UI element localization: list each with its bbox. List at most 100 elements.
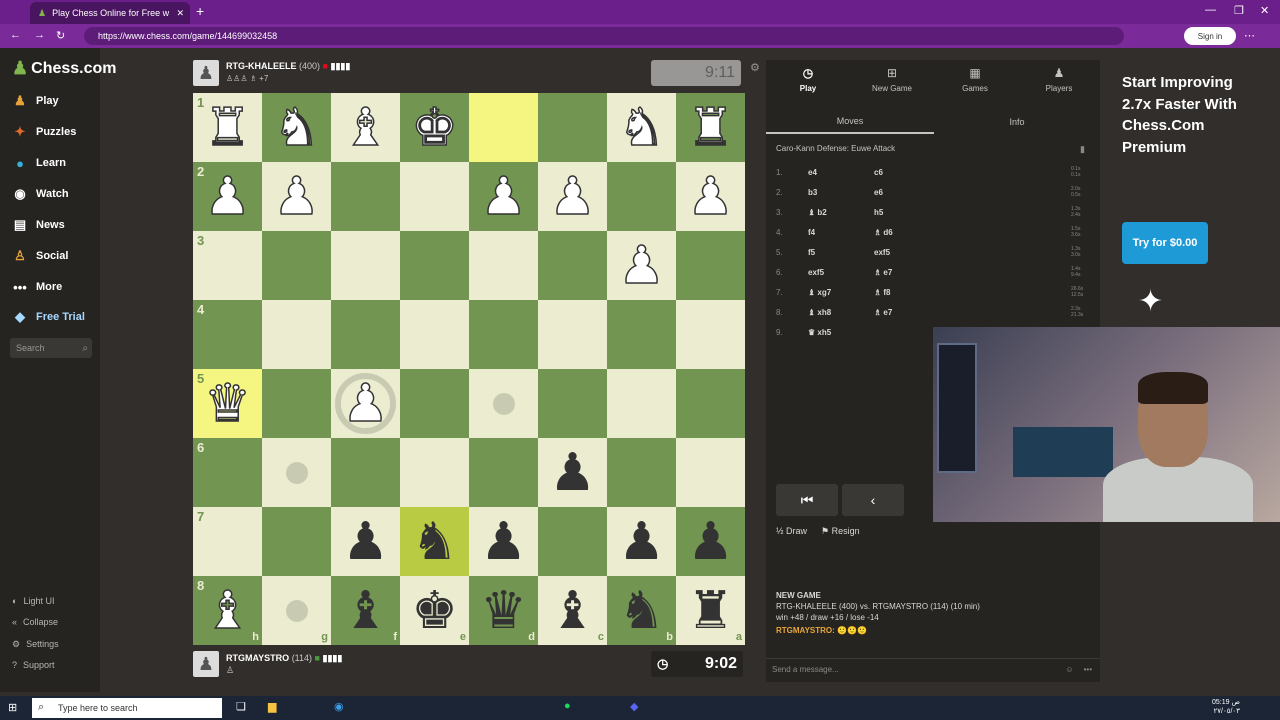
- white-move[interactable]: f5: [808, 248, 874, 257]
- board-square[interactable]: [469, 231, 538, 300]
- settings-button[interactable]: ⚙ Settings: [12, 636, 59, 652]
- board-square[interactable]: [538, 93, 607, 162]
- board-square[interactable]: 3: [193, 231, 262, 300]
- board-square[interactable]: ♟: [676, 162, 745, 231]
- board-square[interactable]: ♟: [262, 162, 331, 231]
- white-king-icon[interactable]: ♚: [410, 101, 458, 155]
- board-square[interactable]: ♞: [400, 507, 469, 576]
- spotify-icon[interactable]: ●: [564, 700, 571, 712]
- board-square[interactable]: [538, 300, 607, 369]
- board-settings-icon[interactable]: ⚙: [750, 61, 760, 74]
- white-move[interactable]: exf5: [808, 268, 874, 277]
- board-square[interactable]: [469, 438, 538, 507]
- board-square[interactable]: 7: [193, 507, 262, 576]
- white-move[interactable]: ♝ b2: [808, 208, 874, 217]
- message-input[interactable]: Send a message... ☺ •••: [766, 658, 1100, 680]
- board-square[interactable]: [469, 369, 538, 438]
- previous-move-button[interactable]: ‹: [842, 484, 904, 516]
- sidebar-item-social[interactable]: ♙ Social: [12, 245, 68, 267]
- resign-button[interactable]: ⚑ Resign: [821, 526, 860, 537]
- browser-tab[interactable]: ♟ Play Chess Online for Free w ✕: [30, 2, 190, 24]
- board-square[interactable]: ♟: [607, 507, 676, 576]
- board-square[interactable]: [607, 162, 676, 231]
- board-square[interactable]: ♞ b: [607, 576, 676, 645]
- url-field[interactable]: https://www.chess.com/game/144699032458: [84, 27, 1124, 45]
- black-pawn-icon[interactable]: ♟: [480, 516, 527, 568]
- board-square[interactable]: ♟: [538, 162, 607, 231]
- new-tab-icon[interactable]: +: [196, 3, 204, 19]
- black-pawn-icon[interactable]: ♟: [687, 516, 734, 568]
- board-square[interactable]: ♞: [262, 93, 331, 162]
- board-square[interactable]: ♟: [469, 162, 538, 231]
- white-move[interactable]: b3: [808, 188, 874, 197]
- board-square[interactable]: [262, 300, 331, 369]
- board-square[interactable]: ♝ c: [538, 576, 607, 645]
- black-move[interactable]: ♗ f8: [874, 288, 934, 297]
- file-explorer-icon[interactable]: ▆: [268, 700, 276, 713]
- support-button[interactable]: ? Support: [12, 657, 55, 673]
- board-square[interactable]: [676, 300, 745, 369]
- board-square[interactable]: [400, 369, 469, 438]
- board-square[interactable]: ♛ d: [469, 576, 538, 645]
- board-square[interactable]: 4: [193, 300, 262, 369]
- tab-games[interactable]: ▦ Games: [935, 66, 1015, 93]
- white-bishop-icon[interactable]: ♝: [203, 584, 251, 638]
- white-rook-icon[interactable]: ♜: [686, 101, 734, 155]
- search-icon[interactable]: ⌕: [82, 343, 88, 354]
- back-icon[interactable]: ←: [10, 29, 21, 41]
- board-square[interactable]: ♟: [469, 507, 538, 576]
- task-view-icon[interactable]: ❏: [236, 700, 246, 713]
- chess-logo[interactable]: ♟ Chess.com: [12, 58, 117, 79]
- board-square[interactable]: ♟: [607, 231, 676, 300]
- white-move[interactable]: ♝ xh8: [808, 308, 874, 317]
- close-tab-icon[interactable]: ✕: [176, 8, 184, 19]
- white-move[interactable]: ♝ xg7: [808, 288, 874, 297]
- board-square[interactable]: [331, 300, 400, 369]
- black-move[interactable]: c6: [874, 168, 934, 177]
- white-pawn-icon[interactable]: ♟: [203, 170, 251, 224]
- sidebar-item-play[interactable]: ♟ Play: [12, 90, 58, 112]
- board-square[interactable]: ♚: [400, 93, 469, 162]
- book-icon[interactable]: ▮: [1080, 144, 1085, 155]
- black-pawn-icon[interactable]: ♟: [618, 516, 665, 568]
- draw-button[interactable]: ½ Draw: [776, 526, 807, 537]
- black-move[interactable]: e6: [874, 188, 934, 197]
- board-square[interactable]: [676, 369, 745, 438]
- white-pawn-icon[interactable]: ♟: [617, 239, 665, 293]
- sidebar-item-free-trial[interactable]: ◆ Free Trial: [12, 306, 85, 328]
- board-square[interactable]: [469, 93, 538, 162]
- black-bishop-icon[interactable]: ♝: [549, 585, 596, 637]
- ad-text[interactable]: Start Improving 2.7x Faster With Chess.C…: [1122, 72, 1252, 158]
- browser-menu-icon[interactable]: ⋯: [1244, 29, 1255, 42]
- discord-icon[interactable]: ◆: [630, 700, 638, 713]
- white-move[interactable]: ♛ xh5: [808, 328, 874, 337]
- board-square[interactable]: ♟ 2: [193, 162, 262, 231]
- white-pawn-icon[interactable]: ♟: [548, 170, 596, 224]
- board-square[interactable]: ♝ f: [331, 576, 400, 645]
- white-move[interactable]: e4: [808, 168, 874, 177]
- maximize-icon[interactable]: ❐: [1234, 4, 1244, 17]
- board-square[interactable]: [607, 369, 676, 438]
- white-pawn-icon[interactable]: ♟: [272, 170, 320, 224]
- black-move[interactable]: exf5: [874, 248, 934, 257]
- board-square[interactable]: [538, 507, 607, 576]
- board-square[interactable]: ♜ a: [676, 576, 745, 645]
- board-square[interactable]: ♝ 8 h: [193, 576, 262, 645]
- bottom-player-avatar[interactable]: ♟: [193, 651, 219, 677]
- top-player-info[interactable]: RTG-KHALEELE (400) ■ ▮▮▮▮: [226, 61, 350, 72]
- legal-move-dot[interactable]: [492, 392, 515, 415]
- black-bishop-icon[interactable]: ♝: [342, 585, 389, 637]
- white-move[interactable]: f4: [808, 228, 874, 237]
- minimize-icon[interactable]: —: [1205, 4, 1216, 16]
- subtab-info[interactable]: Info: [934, 110, 1100, 134]
- board-square[interactable]: [262, 507, 331, 576]
- chess-board[interactable]: ♜ 1 ♞ ♝ ♚ ♞ ♜ ♟ 2 ♟ ♟ ♟ ♟ 3 ♟ 4 ♛ 5 ♟ 6 ♟ 7 ♟ ♞ ♟ ♟ ♟ ♝ 8 h g ♝ f ♚ e ♛ d ♝ c ♞…: [193, 93, 745, 645]
- black-knight-icon[interactable]: ♞: [618, 585, 665, 637]
- board-square[interactable]: [400, 162, 469, 231]
- windows-start-icon[interactable]: ⊞: [8, 701, 17, 714]
- reload-icon[interactable]: ↻: [56, 29, 65, 42]
- board-square[interactable]: [331, 162, 400, 231]
- sidebar-search-input[interactable]: Search ⌕: [10, 338, 92, 358]
- white-pawn-icon[interactable]: ♟: [686, 170, 734, 224]
- board-square[interactable]: [331, 438, 400, 507]
